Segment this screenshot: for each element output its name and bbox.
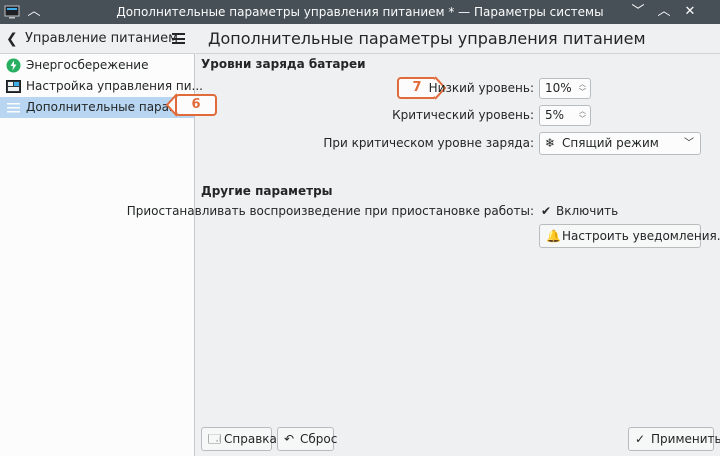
- check-icon: ✓: [635, 432, 646, 446]
- configure-notifications-button[interactable]: 🔔 Настроить уведомления...: [539, 224, 720, 248]
- title-bar: ︿ Дополнительные параметры управления пи…: [0, 0, 720, 24]
- spin-arrows-icon[interactable]: ︿ ﹀: [578, 107, 587, 123]
- critical-action-label: При критическом уровне заряда:: [323, 136, 534, 150]
- page-title: Дополнительные параметры управления пита…: [208, 29, 646, 48]
- sleep-icon: ❄: [545, 136, 556, 150]
- energy-saving-icon: [6, 58, 21, 73]
- sidebar: ❮ Управление питанием Энергосбережение Н…: [0, 24, 204, 456]
- sidebar-item-energy-saving[interactable]: Энергосбережение: [0, 55, 194, 76]
- low-level-value: 10%: [545, 81, 572, 95]
- activity-settings-icon: [6, 80, 21, 93]
- configure-notifications-label: Настроить уведомления...: [562, 229, 720, 243]
- critical-level-value: 5%: [545, 108, 565, 122]
- maximize-icon[interactable]: ︿: [654, 0, 674, 24]
- close-icon[interactable]: ✕: [680, 0, 700, 24]
- advanced-settings-icon: [7, 103, 20, 113]
- undo-icon: ↶: [284, 432, 295, 446]
- help-icon: 🗔: [208, 432, 222, 446]
- low-level-spinbox[interactable]: 10% ︿ ﹀: [539, 78, 591, 99]
- critical-level-label: Критический уровень:: [392, 108, 534, 122]
- window-title: Дополнительные параметры управления пита…: [116, 5, 604, 19]
- other-settings-heading: Другие параметры: [201, 184, 333, 198]
- help-button[interactable]: 🗔 Справка: [201, 427, 277, 451]
- sidebar-header: ❮ Управление питанием: [0, 24, 195, 54]
- sidebar-item-label: Энергосбережение: [26, 58, 149, 72]
- minimize-icon[interactable]: ﹀: [628, 0, 648, 24]
- hamburger-menu-icon[interactable]: [172, 33, 185, 44]
- back-arrow-icon[interactable]: ❮: [6, 24, 20, 54]
- reset-button[interactable]: ↶ Сброс: [277, 427, 338, 451]
- pause-playback-checkbox[interactable]: ✔: [539, 204, 553, 218]
- low-level-label: Низкий уровень:: [428, 81, 534, 95]
- bell-icon: 🔔: [546, 229, 561, 243]
- critical-action-value: Спящий режим: [562, 136, 659, 150]
- reset-label: Сброс: [300, 432, 338, 446]
- content-header: Дополнительные параметры управления пита…: [196, 24, 720, 54]
- critical-level-spinbox[interactable]: 5% ︿ ﹀: [539, 105, 591, 126]
- pause-playback-label: Приостанавливать воспроизведение при при…: [126, 204, 534, 218]
- critical-action-combobox[interactable]: ❄ Спящий режим ﹀: [539, 132, 701, 155]
- help-label: Справка: [224, 432, 277, 446]
- apply-label: Применить: [651, 432, 720, 446]
- chevron-down-icon: ﹀: [684, 138, 694, 149]
- apply-button[interactable]: ✓ Применить: [628, 427, 720, 451]
- battery-levels-heading: Уровни заряда батареи: [201, 57, 366, 71]
- callout-6: 6: [175, 94, 217, 116]
- sidebar-title: Управление питанием: [25, 31, 178, 46]
- spin-arrows-icon[interactable]: ︿ ﹀: [578, 80, 587, 96]
- pause-playback-checkbox-label[interactable]: Включить: [556, 204, 618, 218]
